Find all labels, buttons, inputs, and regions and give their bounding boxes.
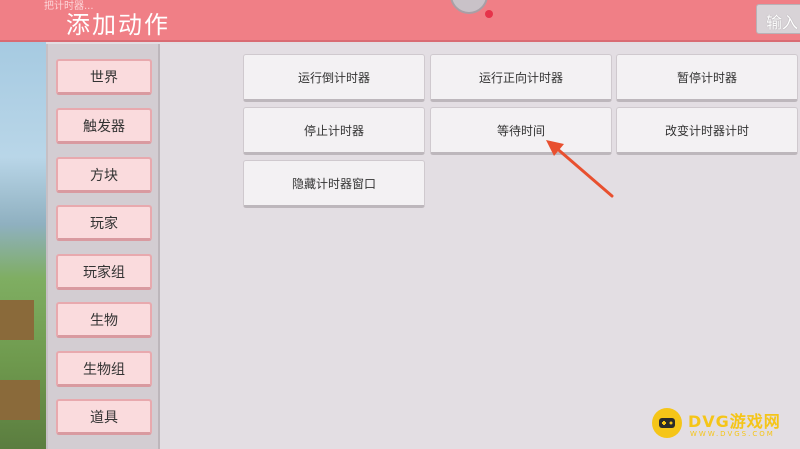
site-watermark: DVG游戏网 WWW.DVGS.COM <box>650 404 800 444</box>
action-panel: 运行倒计时器 运行正向计时器 暂停计时器 停止计时器 等待时间 改变计时器计时 … <box>170 44 800 449</box>
game-scene-background <box>0 0 46 449</box>
scene-block <box>0 380 40 420</box>
page-title: 添加动作 <box>66 11 170 39</box>
action-change-timer-time[interactable]: 改变计时器计时 <box>616 107 798 155</box>
action-pause-timer[interactable]: 暂停计时器 <box>616 54 798 102</box>
action-run-forward-timer[interactable]: 运行正向计时器 <box>430 54 612 102</box>
pull-handle[interactable] <box>450 0 488 14</box>
input-button[interactable]: 输入 <box>756 4 800 34</box>
scene-block <box>0 300 34 340</box>
action-run-countdown-timer[interactable]: 运行倒计时器 <box>243 54 425 102</box>
watermark-text: DVG游戏网 <box>688 412 781 431</box>
sidebar-item-creature[interactable]: 生物 <box>56 302 152 338</box>
sidebar-item-trigger[interactable]: 触发器 <box>56 108 152 144</box>
action-hide-timer-window[interactable]: 隐藏计时器窗口 <box>243 160 425 208</box>
sidebar-item-item[interactable]: 道具 <box>56 399 152 435</box>
action-stop-timer[interactable]: 停止计时器 <box>243 107 425 155</box>
category-sidebar: 世界 触发器 方块 玩家 玩家组 生物 生物组 道具 <box>46 44 160 449</box>
gamepad-logo-icon <box>652 408 682 438</box>
sidebar-item-player-group[interactable]: 玩家组 <box>56 254 152 290</box>
notification-dot-icon <box>485 10 493 18</box>
header-bar: 把计时器... 添加动作 输入 <box>0 0 800 42</box>
sidebar-item-player[interactable]: 玩家 <box>56 205 152 241</box>
sidebar-item-creature-group[interactable]: 生物组 <box>56 351 152 387</box>
pointer-arrow-icon <box>546 140 614 198</box>
sidebar-item-world[interactable]: 世界 <box>56 59 152 95</box>
sidebar-item-block[interactable]: 方块 <box>56 157 152 193</box>
watermark-subtext: WWW.DVGS.COM <box>690 430 775 438</box>
